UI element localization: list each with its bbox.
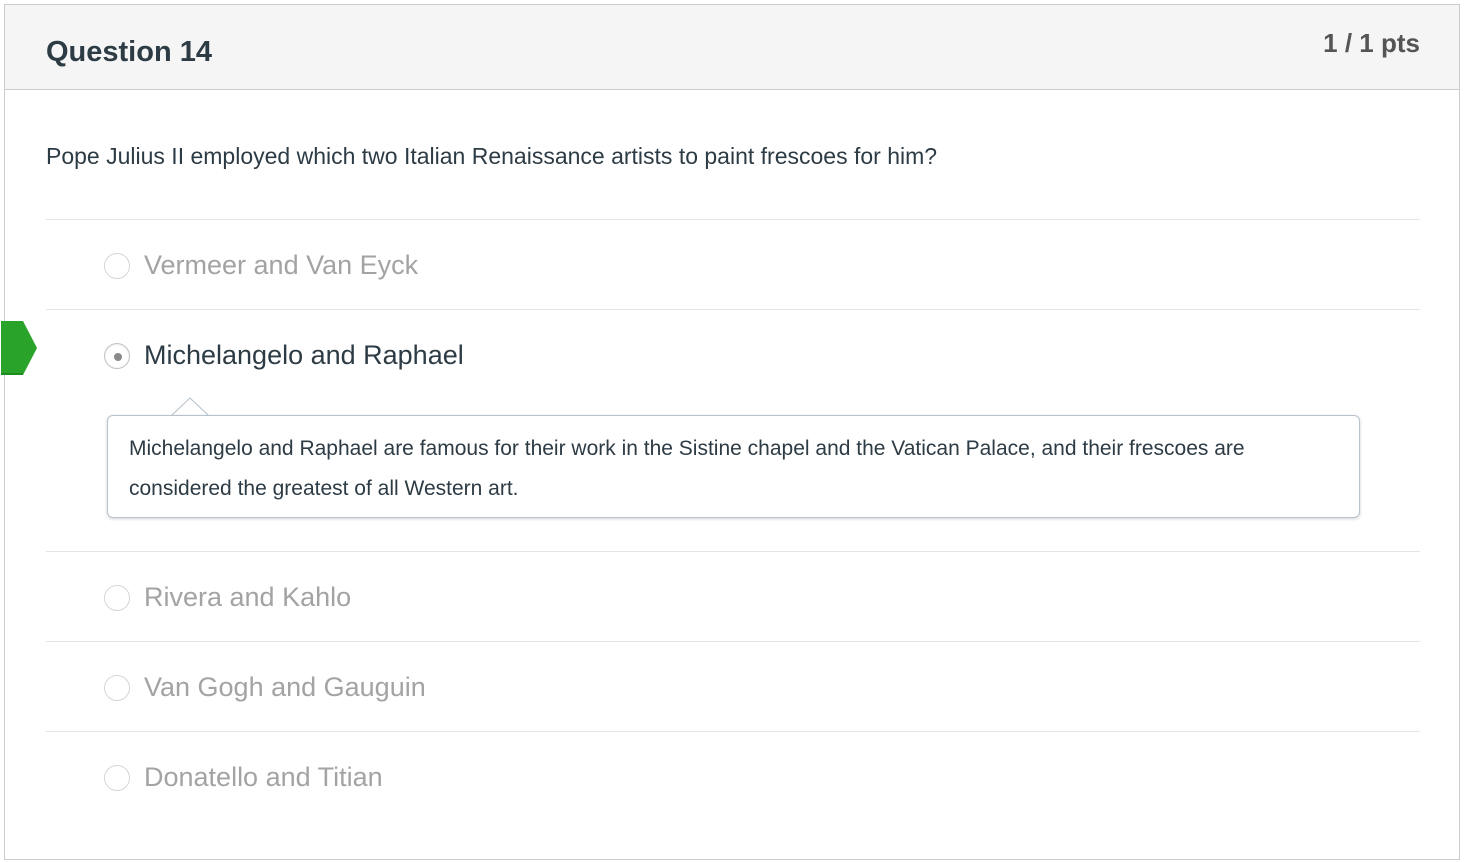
question-header: Question 14 1 / 1 pts — [5, 5, 1459, 90]
radio-button-icon[interactable] — [104, 252, 130, 279]
answer-label: Van Gogh and Gauguin — [144, 672, 426, 702]
radio-button-icon[interactable] — [104, 674, 130, 701]
answer-comment: Michelangelo and Raphael are famous for … — [107, 415, 1360, 518]
answer-label: Vermeer and Van Eyck — [144, 250, 419, 280]
answer-divider — [46, 309, 1420, 310]
answer-comment-text: Michelangelo and Raphael are famous for … — [129, 437, 1245, 500]
quiz-question: Question 14 1 / 1 pts Pope Julius II emp… — [1, 4, 1460, 860]
answer-option-2[interactable]: Michelangelo and Raphael — [104, 340, 464, 371]
answer-divider — [46, 731, 1420, 732]
answer-label: Michelangelo and Raphael — [144, 340, 464, 370]
question-points: 1 / 1 pts — [1323, 28, 1420, 58]
answer-option-4[interactable]: Van Gogh and Gauguin — [104, 672, 426, 703]
answer-option-3[interactable]: Rivera and Kahlo — [104, 582, 351, 613]
comment-pointer-icon — [171, 397, 209, 417]
correct-answer-arrow-icon — [1, 321, 37, 375]
answer-option-5[interactable]: Donatello and Titian — [104, 762, 383, 793]
question-prompt: Pope Julius II employed which two Italia… — [46, 143, 938, 169]
question-title: Question 14 — [46, 36, 212, 68]
answer-option-1[interactable]: Vermeer and Van Eyck — [104, 250, 418, 281]
radio-button-selected-icon[interactable] — [104, 342, 130, 369]
answer-divider — [46, 219, 1420, 220]
answer-label: Donatello and Titian — [144, 762, 383, 792]
radio-button-icon[interactable] — [104, 584, 130, 611]
answer-divider — [46, 641, 1420, 642]
answer-divider — [46, 551, 1420, 552]
radio-button-icon[interactable] — [104, 764, 130, 791]
answer-label: Rivera and Kahlo — [144, 582, 352, 612]
